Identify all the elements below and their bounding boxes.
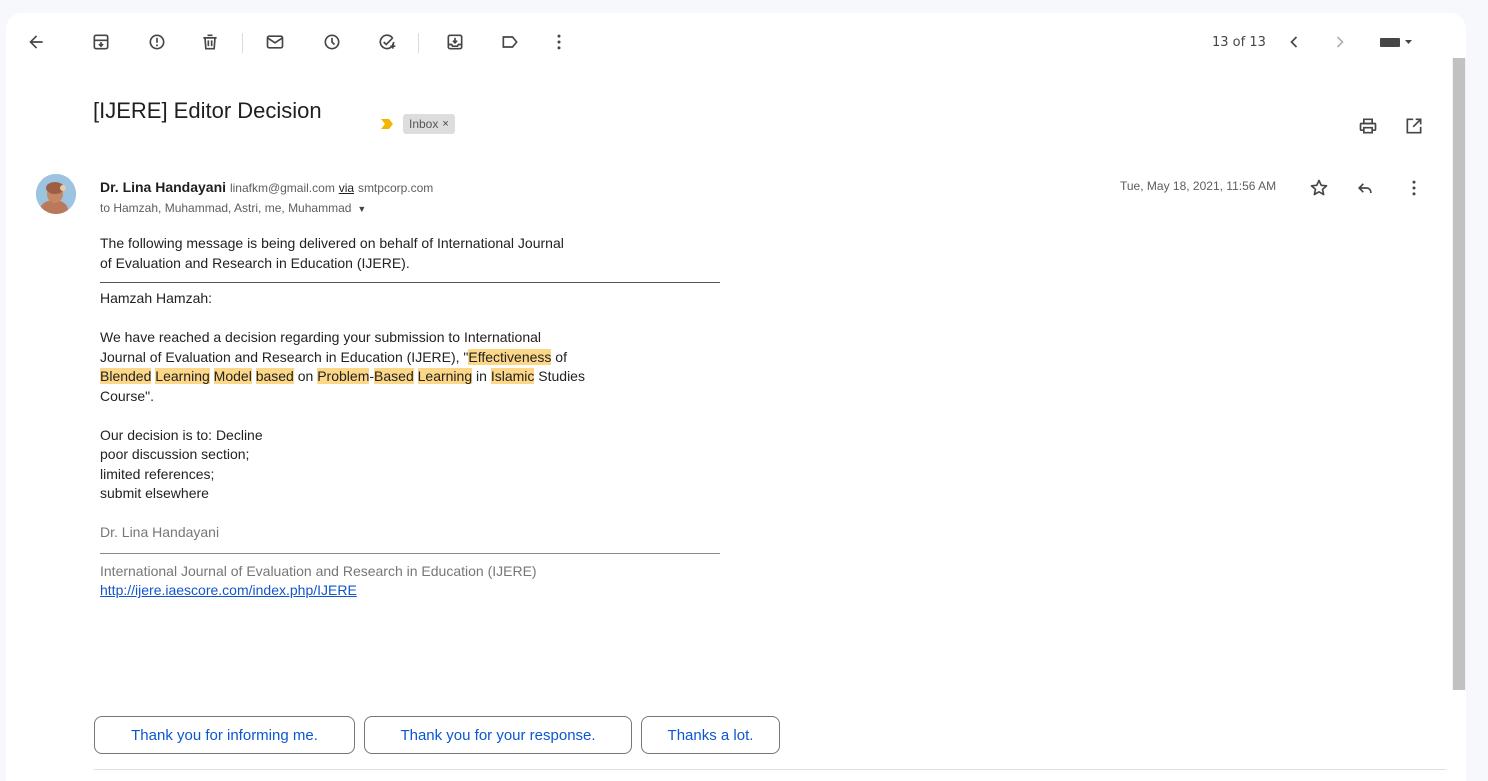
body-line: Journal of Evaluation and Research in Ed… <box>100 348 740 368</box>
smart-reply-button[interactable]: Thank you for informing me. <box>94 716 355 754</box>
archive-icon[interactable] <box>91 32 111 52</box>
sender-info: Dr. Lina Handayani linafkm@gmail.com via… <box>100 179 433 195</box>
journal-link[interactable]: http://ijere.iaescore.com/index.php/IJER… <box>100 582 357 598</box>
toolbar: 13 of 13 <box>6 13 1466 71</box>
reason-line: poor discussion section; <box>100 446 250 462</box>
search-highlight: Learning <box>155 368 210 384</box>
print-icon[interactable] <box>1358 116 1378 136</box>
body-divider <box>100 282 720 283</box>
thread-divider <box>94 769 1446 770</box>
input-tools-icon[interactable] <box>1378 32 1416 52</box>
star-icon[interactable] <box>1309 178 1329 198</box>
body-text: Studies <box>534 368 585 384</box>
recipients-toggle[interactable]: to Hamzah, Muhammad, Astri, me, Muhammad… <box>100 201 366 215</box>
greeting: Hamzah Hamzah: <box>100 290 213 306</box>
message-counter: 13 of 13 <box>1212 35 1266 50</box>
email-subject: [IJERE] Editor Decision <box>93 98 322 123</box>
decision-line: Our decision is to: Decline <box>100 426 263 443</box>
body-text: Journal of Evaluation and Research in Ed… <box>100 348 469 365</box>
label-icon[interactable] <box>500 32 520 52</box>
search-highlight: Learning <box>417 368 473 384</box>
add-to-tasks-icon[interactable] <box>377 32 397 52</box>
smart-reply-button[interactable]: Thank you for your response. <box>364 716 632 754</box>
body-line: Blended Learning Model based on Problem-… <box>100 367 740 387</box>
via-domain: smtpcorp.com <box>357 181 434 195</box>
move-to-icon[interactable] <box>445 32 465 52</box>
newer-icon[interactable] <box>1284 32 1304 52</box>
open-new-window-icon[interactable] <box>1404 116 1424 136</box>
snooze-icon[interactable] <box>322 32 342 52</box>
search-highlight: Effectiveness <box>468 348 552 365</box>
body-line: Course". <box>100 387 154 404</box>
via-link[interactable]: via <box>339 181 354 195</box>
signature-name: Dr. Lina Handayani <box>100 524 220 540</box>
body-text: on <box>293 368 318 384</box>
body-text: of <box>551 348 567 365</box>
label-chip-inbox: Inbox × <box>403 114 455 134</box>
message-body: The following message is being delivered… <box>100 234 740 601</box>
search-highlight: Problem <box>317 368 370 384</box>
search-highlight: Based <box>374 368 414 384</box>
sender-email: linafkm@gmail.com <box>229 181 335 195</box>
older-icon[interactable] <box>1330 32 1350 52</box>
mark-unread-icon[interactable] <box>265 32 285 52</box>
search-highlight: Blended <box>100 368 152 384</box>
sender-name[interactable]: Dr. Lina Handayani <box>100 179 226 195</box>
more-vert-icon[interactable] <box>549 32 569 52</box>
search-highlight: based <box>255 368 294 384</box>
search-highlight: Islamic <box>490 368 535 384</box>
email-view: 13 of 13 [IJERE] Editor Decision Inbox × <box>6 13 1466 781</box>
message-more-icon[interactable] <box>1404 178 1424 198</box>
smart-reply-button[interactable]: Thanks a lot. <box>641 716 780 754</box>
body-text: in <box>472 368 491 384</box>
remove-label-icon[interactable]: × <box>442 118 448 130</box>
reply-icon[interactable] <box>1355 178 1375 198</box>
label-chip-text: Inbox <box>409 117 439 131</box>
report-spam-icon[interactable] <box>147 32 167 52</box>
message-date: Tue, May 18, 2021, 11:56 AM <box>1120 179 1277 193</box>
sender-avatar[interactable] <box>36 174 76 214</box>
body-line: The following message is being delivered… <box>100 235 564 251</box>
body-line: We have reached a decision regarding you… <box>100 329 541 345</box>
search-highlight: Model <box>213 368 252 384</box>
toolbar-divider <box>242 33 243 53</box>
expand-details-icon[interactable]: ▼ <box>357 204 366 214</box>
reason-line: submit elsewhere <box>100 485 209 501</box>
body-line: of Evaluation and Research in Education … <box>100 254 410 271</box>
scrollbar-thumb[interactable] <box>1453 58 1465 690</box>
back-arrow-icon[interactable] <box>26 32 46 52</box>
importance-marker-icon[interactable] <box>380 117 394 131</box>
delete-icon[interactable] <box>200 32 220 52</box>
reason-line: limited references; <box>100 465 215 482</box>
signature-divider <box>100 552 720 554</box>
recipients-text: to Hamzah, Muhammad, Astri, me, Muhammad <box>100 201 352 215</box>
signature-journal: International Journal of Evaluation and … <box>100 562 537 579</box>
toolbar-divider <box>418 33 419 53</box>
